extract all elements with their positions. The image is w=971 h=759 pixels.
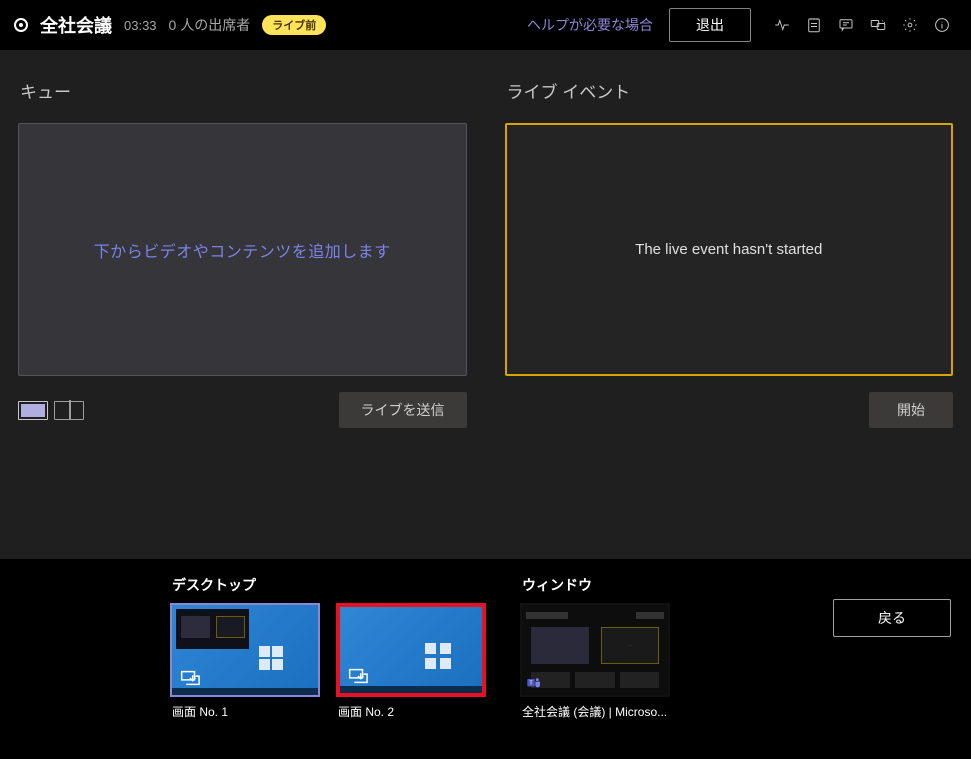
health-icon[interactable] [767, 10, 797, 40]
queue-stage[interactable]: 下からビデオやコンテンツを追加します [18, 123, 467, 376]
teams-app-icon: T [526, 675, 542, 691]
window-sources: ウィンドウ ··· T 全社会議 (会議) | Microso... [520, 575, 670, 759]
top-bar: 全社会議 03:33 0 人の出席者 ライブ前 ヘルプが必要な場合 退出 [0, 0, 971, 50]
layout-toggle [18, 401, 84, 420]
start-button[interactable]: 開始 [869, 392, 953, 428]
leave-button[interactable]: 退出 [669, 8, 751, 42]
live-status-badge: ライブ前 [262, 15, 326, 35]
live-stage[interactable]: The live event hasn't started [505, 123, 954, 376]
share-into-icon [346, 665, 368, 687]
live-column: ライブ イベント The live event hasn't started 開… [505, 78, 954, 559]
share-into-icon [178, 667, 200, 689]
desktop-sources: デスクトップ 画面 No. 1 [170, 575, 486, 759]
main-area: キュー 下からビデオやコンテンツを追加します ライブを送信 ライブ イベント T… [0, 50, 971, 559]
attendee-count: 0 人の出席者 [169, 15, 251, 35]
share-icon[interactable] [863, 10, 893, 40]
toolbar-icons [767, 10, 957, 40]
live-status-text: The live event hasn't started [635, 241, 822, 258]
window-header: ウィンドウ [522, 575, 670, 595]
window-1-source[interactable]: ··· T 全社会議 (会議) | Microso... [520, 603, 670, 720]
back-button[interactable]: 戻る [833, 599, 951, 637]
send-live-button[interactable]: ライブを送信 [339, 392, 467, 428]
settings-icon[interactable] [895, 10, 925, 40]
window-1-label: 全社会議 (会議) | Microso... [520, 703, 670, 720]
record-indicator-icon [14, 18, 28, 32]
queue-column: キュー 下からビデオやコンテンツを追加します ライブを送信 [18, 78, 467, 559]
queue-header: キュー [20, 78, 467, 103]
elapsed-timer: 03:33 [124, 18, 157, 33]
source-tray: デスクトップ 画面 No. 1 [0, 559, 971, 759]
screen-2-label: 画面 No. 2 [336, 703, 486, 720]
screen-2-source[interactable]: 画面 No. 2 [336, 603, 486, 720]
layout-single-button[interactable] [18, 401, 48, 420]
layout-split-button[interactable] [54, 401, 84, 420]
info-icon[interactable] [927, 10, 957, 40]
live-header: ライブ イベント [507, 78, 954, 103]
screen-1-source[interactable]: 画面 No. 1 [170, 603, 320, 720]
desktop-header: デスクトップ [172, 575, 486, 595]
notes-icon[interactable] [799, 10, 829, 40]
queue-placeholder-text: 下からビデオやコンテンツを追加します [94, 238, 391, 262]
screen-1-label: 画面 No. 1 [170, 703, 320, 720]
qna-icon[interactable] [831, 10, 861, 40]
meeting-title: 全社会議 [40, 12, 112, 38]
help-link[interactable]: ヘルプが必要な場合 [527, 15, 653, 35]
